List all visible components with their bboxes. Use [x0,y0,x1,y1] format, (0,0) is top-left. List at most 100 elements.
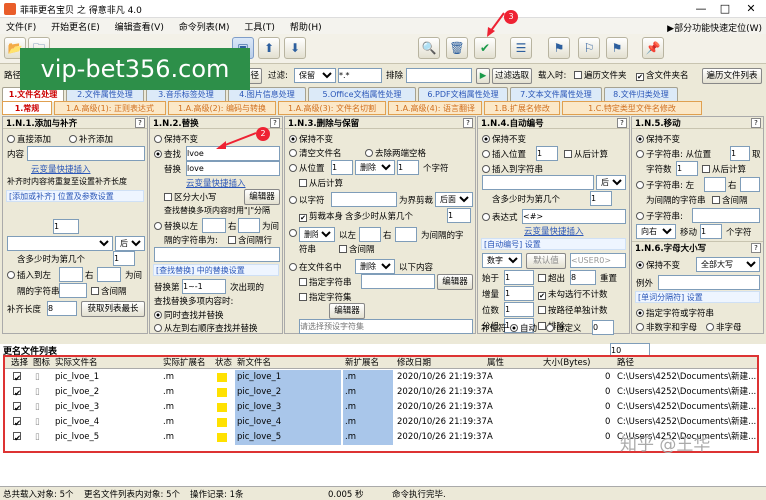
menu-start-rename[interactable]: 开始更名(E) [45,18,106,35]
col-new-name[interactable]: 新文件名 [237,357,271,369]
editor-button[interactable]: 编辑器 [437,274,473,290]
col-select[interactable]: 选择 [11,357,28,369]
pos-input[interactable] [331,160,353,175]
include-interval-check[interactable]: 含间隔行 [228,234,272,246]
col-status[interactable]: 状态 [215,357,232,369]
help-icon[interactable]: ? [270,118,280,128]
insert-char-radio[interactable]: 插入到字符串 [482,163,543,175]
menu-file[interactable]: 文件(F) [0,18,42,35]
flag-icon[interactable]: ⚑ [548,37,570,59]
help-icon[interactable]: ? [617,118,627,128]
user-var-input[interactable] [570,253,626,268]
col-ext[interactable]: 实际扩展名 [163,357,206,369]
include-folder-name-option[interactable]: ✔ 含文件夹名 [636,69,689,81]
get-list-len-button[interactable]: 获取列表最长 [81,301,145,317]
minimize-button[interactable]: — [690,1,712,16]
tab-specific-type[interactable]: 1.C.特定类型文件名修改 [562,101,702,115]
pin-icon[interactable]: 📌 [642,37,664,59]
direction-select[interactable]: 向右 [636,224,676,239]
move-input[interactable] [700,224,722,239]
search-icon[interactable]: 🔍 [418,37,440,59]
tab-file-classify[interactable]: 8.文件归类处理 [604,87,678,102]
by-char-radio[interactable]: 以字符 [289,194,325,206]
menu-tools[interactable]: 工具(T) [238,18,281,35]
tab-general[interactable]: 1.常规 [2,101,52,115]
interval-input[interactable] [59,283,87,298]
tab-cut[interactable]: 1.A.高级(3): 文件名切割 [278,101,386,115]
simultaneous-radio[interactable]: 同时查找并替换 [154,309,224,321]
help-icon[interactable]: ? [751,118,761,128]
after-select[interactable]: 后面 [435,192,473,207]
filter-mode-select[interactable]: 保留 [294,68,336,83]
nth-input[interactable] [447,208,471,223]
right-input[interactable] [238,218,260,233]
after-select[interactable]: 后 [596,175,626,190]
replace-nth-input[interactable] [182,279,226,294]
col-path[interactable]: 路径 [617,357,634,369]
left-input[interactable] [359,227,381,242]
left-to-right-radio[interactable]: 从左到右顺序查找并替换 [154,322,258,334]
insert-pos-radio[interactable]: 插入位置 [482,148,526,160]
table-row[interactable]: ✔ ▯ pic_lvoe_1 .m pic_love_1 .m 2020/10/26 21:… [5,370,757,385]
table-row[interactable]: ✔ ▯ pic_lvoe_2 .m pic_love_2 .m 2020/10/26 21:… [5,385,757,400]
tab-encoding[interactable]: 1.A.高级(2): 编码与转换 [168,101,276,115]
specify-charset-check[interactable]: 指定字符集 [299,291,352,303]
overflow-check[interactable]: 超出 [538,272,565,284]
keep-radio[interactable]: 保持不变 [636,133,680,145]
quick-insert-link[interactable]: 云变量快捷插入 [524,225,584,237]
char-input[interactable] [482,175,594,190]
exception-input[interactable] [658,275,760,290]
close-button[interactable]: ✕ [740,1,762,16]
non-letter-radio[interactable]: 非字母 [706,321,742,333]
from-pos-radio[interactable]: 从位置 [289,162,325,174]
insert-between-radio[interactable]: 插入到左 [7,269,51,281]
left-input[interactable] [202,218,226,233]
pad-len-input[interactable] [47,301,77,316]
quick-locate-link[interactable]: ▶部分功能快速定位(W) [667,21,762,34]
char-input[interactable] [331,192,397,207]
content-input[interactable] [27,146,145,161]
traverse-folder-option[interactable]: 遍历文件夹 [574,69,627,81]
keep-radio[interactable]: 保持不变 [154,133,198,145]
move-down-icon[interactable]: ⬇ [284,37,306,59]
case-keep-radio[interactable]: 保持不变 [636,259,680,271]
find-radio[interactable]: 查找 [154,148,181,160]
from-right-check[interactable]: 从后计算 [299,177,343,189]
table-row[interactable]: ✔ ▯ pic_lvoe_4 .m pic_love_4 .m 2020/10/26 21:… [5,415,757,430]
after-select[interactable]: 后 [115,236,145,251]
col-attr[interactable]: 属性 [487,357,504,369]
col-size[interactable]: 大小(Bytes) [543,357,591,369]
substring-input[interactable] [692,208,760,223]
from-right-check[interactable]: 从后计算 [564,148,608,160]
tab-extension[interactable]: 1.B.扩展名修改 [484,101,560,115]
exclude-input[interactable] [406,68,472,83]
delete-mode-select[interactable]: 删除 [355,160,395,175]
spin2-input[interactable] [113,251,135,266]
overflow-input[interactable] [570,270,596,285]
menu-edit-view[interactable]: 编辑查看(V) [109,18,170,35]
in-filename-radio[interactable]: 在文件名中 [289,261,342,273]
include-interval-check[interactable]: 含间隔 [339,243,375,255]
right-input[interactable] [97,267,121,282]
help-icon[interactable]: ? [463,118,473,128]
play-icon[interactable]: ▶ [476,68,490,84]
left-input[interactable] [704,177,726,192]
custom-input[interactable] [592,320,614,335]
custom-radio[interactable]: 自定义 [546,322,582,334]
delete-select[interactable]: 删除 [299,227,335,242]
start-input[interactable] [504,270,534,285]
specify-string-input[interactable] [361,274,435,289]
menu-command-list[interactable]: 命令列表(M) [173,18,236,35]
include-interval-check[interactable]: 含间隔 [91,285,127,297]
help-icon[interactable]: ? [135,118,145,128]
keep-radio[interactable]: 保持不变 [289,133,333,145]
right-input[interactable] [395,227,417,242]
expression-input[interactable] [522,209,626,224]
from-right-check[interactable]: 从后计算 [702,163,746,175]
digits-input[interactable] [504,302,534,317]
non-alnum-radio[interactable]: 非数字和字母 [636,321,697,333]
quick-insert-link[interactable]: 云变量快捷插入 [31,163,91,175]
substring-pos-radio[interactable]: 子字符串: 从位置 [636,148,711,160]
traverse-list-button[interactable]: 遍历文件列表 [702,68,762,84]
menu-help[interactable]: 帮助(H) [284,18,328,35]
